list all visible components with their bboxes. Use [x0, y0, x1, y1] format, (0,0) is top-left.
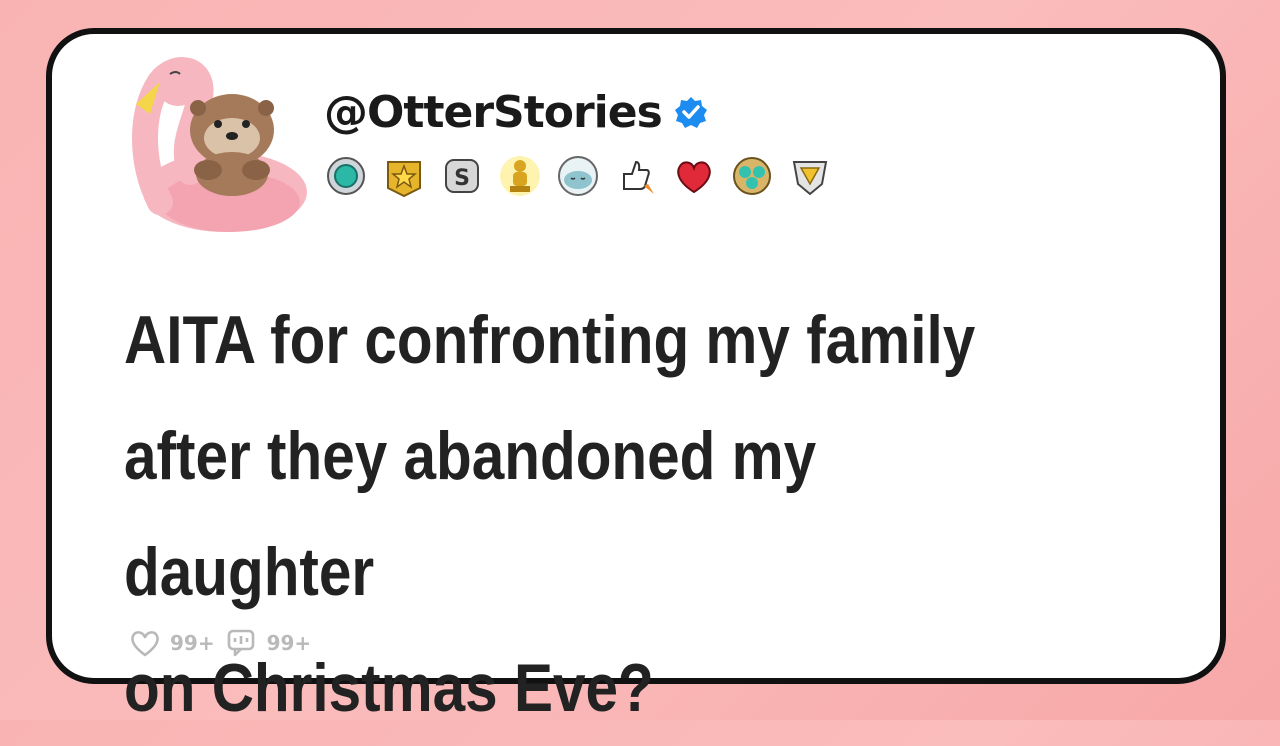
post-stats: 99+ 99+: [128, 626, 311, 660]
gem-cluster-badge-icon: [733, 157, 771, 195]
silver-s-badge-icon: S: [445, 159, 479, 193]
like-count: 99+: [170, 631, 215, 655]
comment-count: 99+: [266, 631, 312, 655]
title-line-2: after they abandoned my daughter: [124, 418, 817, 610]
username[interactable]: @OtterStories: [324, 87, 663, 138]
title-line-3: on Christmas Eve?: [124, 650, 654, 726]
teal-gem-badge-icon: [327, 157, 365, 195]
comment-stat[interactable]: 99+: [225, 626, 312, 660]
red-heart-badge-icon: [677, 161, 711, 194]
title-line-1: AITA for confronting my family: [124, 302, 976, 378]
sleeping-seal-badge-icon: [558, 156, 598, 196]
heart-outline-icon[interactable]: [128, 626, 162, 660]
post-card: @OtterStories S AITA for confronting my …: [46, 28, 1226, 726]
badge-row: S: [324, 154, 832, 198]
like-stat[interactable]: 99+: [128, 626, 215, 660]
otter-avatar-icon[interactable]: [120, 52, 320, 242]
rocket-thumbs-up-icon: [623, 160, 654, 194]
username-row: @OtterStories: [324, 82, 708, 142]
comment-icon[interactable]: [225, 626, 259, 660]
svg-text:S: S: [454, 166, 470, 191]
post-title: AITA for confronting my family after the…: [124, 282, 1053, 746]
gold-star-badge-icon: [387, 161, 421, 198]
verified-badge-icon: [674, 97, 707, 128]
golden-diamond-shield-icon: [792, 161, 828, 196]
golden-trophy-figure-icon: [500, 156, 540, 196]
